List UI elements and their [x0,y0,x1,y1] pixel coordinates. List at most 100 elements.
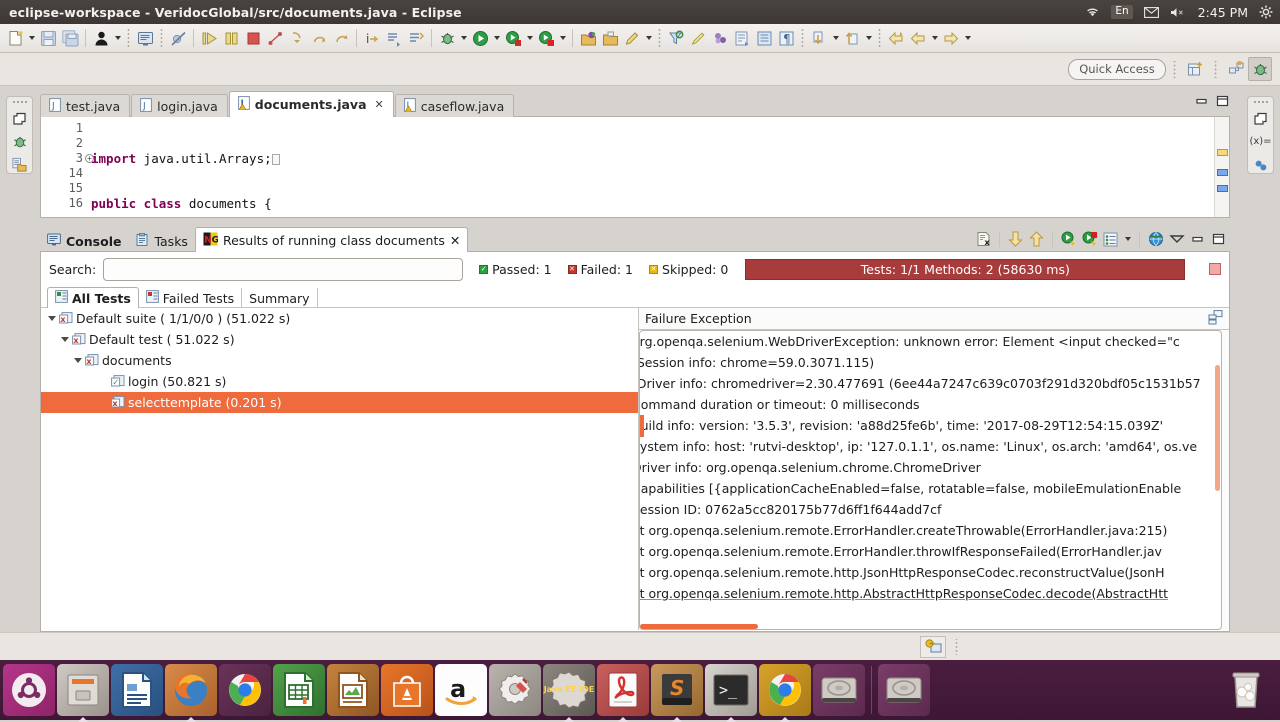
maximize-icon[interactable] [1216,95,1229,110]
next-edit-icon[interactable] [842,28,862,48]
editor-body[interactable]: 1 2 3 + 14 15 16 import java.util.Arrays… [40,117,1230,218]
stacktrace-line[interactable]: at org.openqa.selenium.remote.http.JsonH… [640,562,1221,583]
wifi-icon[interactable] [1085,6,1100,18]
overview-marker-warning[interactable] [1217,149,1228,156]
step-over-icon[interactable] [309,28,329,48]
package-explorer-icon[interactable] [11,157,29,173]
toolbar-drag-handle[interactable] [126,29,131,47]
twisty-expanded-icon[interactable] [58,337,71,342]
stacktrace-horizontal-scrollbar[interactable] [640,624,758,629]
resume-icon[interactable] [199,28,219,48]
prev-edit-dropdown-arrow[interactable] [830,28,841,48]
info-step-icon[interactable]: i [362,28,382,48]
tab-tasks[interactable]: Tasks [128,230,195,252]
step-into-icon[interactable] [287,28,307,48]
launcher-files[interactable] [57,664,109,722]
close-icon[interactable]: ✕ [375,98,384,111]
tab-failed-tests[interactable]: Failed Tests [139,288,241,308]
twisty-expanded-icon[interactable] [71,358,84,363]
tree-node-selecttemplate[interactable]: x selecttemplate (0.201 s) [41,392,638,413]
clear-results-icon[interactable]: x [974,230,993,249]
launcher-eclipse-java-ee[interactable]: Java EE IDE [543,664,595,722]
back-arrow-icon[interactable] [886,28,906,48]
new-file-dropdown-arrow[interactable] [26,28,37,48]
pencil-icon[interactable] [688,28,708,48]
tab-console[interactable]: Console [40,230,128,252]
suspend-icon[interactable] [221,28,241,48]
coverage-icon[interactable] [536,28,556,48]
launcher-disk-volume-1[interactable] [813,664,865,716]
new-class-dropdown-arrow[interactable] [643,28,654,48]
launcher-ubuntu-software[interactable] [381,664,433,716]
debug-perspective-icon[interactable] [1248,57,1272,81]
fold-expand-icon[interactable]: + [85,154,94,163]
variables-icon[interactable]: (x)= [1249,134,1271,150]
restore-icon[interactable] [1252,111,1270,127]
next-edit-dropdown-arrow[interactable] [863,28,874,48]
enum-icon[interactable] [710,28,730,48]
quick-access-input[interactable]: Quick Access [1068,58,1166,80]
launcher-google-chrome[interactable] [759,664,811,722]
stop-icon[interactable] [1209,263,1221,275]
coverage-dropdown-arrow[interactable] [557,28,568,48]
tree-node-documents[interactable]: x documents [41,350,638,371]
status-bar-grip[interactable] [954,638,959,655]
up-arrow-icon[interactable] [1027,230,1046,249]
fastview-grip[interactable] [12,100,27,104]
toolbar-drag-handle-5[interactable] [877,29,882,47]
toolbar-drag-handle-3[interactable] [657,29,662,47]
report-icon[interactable] [1101,230,1120,249]
new-package-icon[interactable] [578,28,598,48]
minimize-icon[interactable] [1195,96,1208,110]
launcher-terminal[interactable]: >_ [705,664,757,722]
debug-dropdown-arrow[interactable] [458,28,469,48]
run-dropdown-arrow[interactable] [491,28,502,48]
run-external-dropdown-arrow[interactable] [524,28,535,48]
tree-node-default-suite[interactable]: x Default suite ( 1/1/0/0 ) (51.022 s) [41,308,638,329]
globe-icon[interactable] [1146,230,1165,249]
console-icon[interactable] [135,28,155,48]
new-file-icon[interactable] [5,28,25,48]
editor-tab-login-java[interactable]: J login.java [131,94,228,117]
search-input[interactable] [103,257,464,281]
new-class-icon[interactable] [622,28,642,48]
collapsed-region-icon[interactable] [271,154,280,165]
new-folder-icon[interactable] [600,28,620,48]
debug-bug-icon[interactable] [437,28,457,48]
clock[interactable]: 2:45 PM [1198,5,1248,20]
terminate-icon[interactable] [243,28,263,48]
launcher-ubuntu-dash[interactable] [3,664,55,716]
launcher-firefox[interactable] [165,664,217,722]
down-arrow-icon[interactable] [1006,230,1025,249]
pilcrow-icon[interactable]: ¶ [776,28,796,48]
system-menu-icon[interactable] [1259,5,1273,19]
overview-marker-info[interactable] [1217,185,1228,192]
stacktrace-vertical-scrollbar[interactable] [1215,365,1220,491]
stacktrace-box[interactable]: org.openqa.selenium.WebDriverException: … [639,330,1222,630]
launcher-chromium[interactable] [219,664,271,716]
launcher-sublime-text[interactable]: S [651,664,703,722]
volume-muted-icon[interactable] [1170,7,1187,18]
twisty-expanded-icon[interactable] [45,316,58,321]
chevron-down-icon[interactable] [1122,229,1133,249]
task-list-icon[interactable] [384,28,404,48]
stacktrace-line[interactable]: at org.openqa.selenium.remote.http.Abstr… [640,583,1221,604]
tab-all-tests[interactable]: All Tests [47,287,139,308]
remote-connection-icon[interactable] [920,635,946,658]
toolbar-drag-handle-2[interactable] [159,29,164,47]
overview-ruler[interactable] [1214,117,1229,217]
external-tools-icon[interactable] [732,28,752,48]
tree-node-login[interactable]: ✓ login (50.821 s) [41,371,638,392]
run-green-icon[interactable] [470,28,490,48]
fastview-grip-right[interactable] [1253,100,1268,104]
view-menu-icon[interactable] [1167,230,1186,249]
launcher-disk-volume-2[interactable] [878,664,930,716]
minimize-icon[interactable] [1188,230,1207,249]
editor-code[interactable]: import java.util.Arrays; public class do… [85,117,1214,217]
editor-tab-documents-java[interactable]: J documents.java ✕ [228,91,394,117]
tab-testng-results[interactable]: NG Results of running class documents ✕ [194,227,469,252]
disconnect-icon[interactable] [265,28,285,48]
forward-arrow-icon[interactable] [908,28,928,48]
overview-marker-info[interactable] [1217,169,1228,176]
tab-summary[interactable]: Summary [241,288,318,308]
